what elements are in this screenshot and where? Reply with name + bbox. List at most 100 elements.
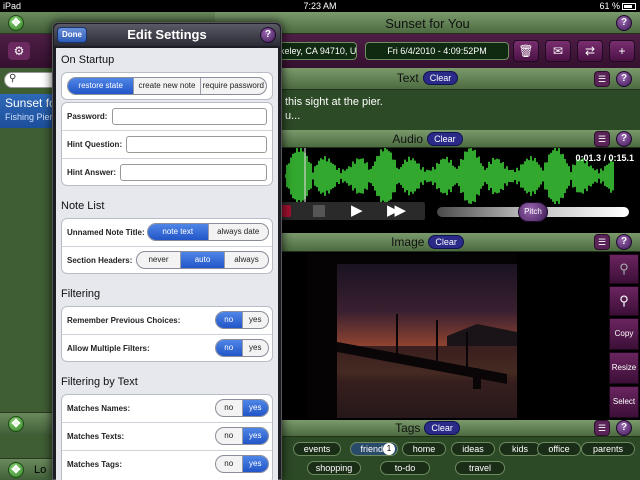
matches-tags-toggle[interactable]: no yes	[215, 455, 269, 473]
list-icon[interactable]: ☰	[594, 234, 610, 250]
pitch-knob[interactable]: Pitch	[518, 202, 548, 222]
audio-section-title: Audio	[392, 132, 424, 146]
tag-home[interactable]: home	[402, 442, 446, 456]
fast-forward-icon[interactable]: ▶▶	[387, 202, 406, 220]
tag-office[interactable]: office	[537, 442, 581, 456]
tag-shopping[interactable]: shopping	[307, 461, 361, 475]
tags-clear-button[interactable]: Clear	[424, 421, 460, 435]
tag-parents[interactable]: parents	[581, 442, 635, 456]
section-heading-startup: On Startup	[61, 54, 115, 66]
password-field[interactable]	[112, 108, 267, 125]
help-icon[interactable]: ?	[616, 234, 632, 250]
option-auto[interactable]: auto	[180, 252, 224, 268]
option-never[interactable]: never	[137, 252, 180, 268]
matches-texts-toggle[interactable]: no yes	[215, 427, 269, 445]
help-icon[interactable]: ?	[616, 420, 632, 436]
multiple-filters-label: Allow Multiple Filters:	[67, 344, 150, 353]
remember-toggle[interactable]: no yes	[215, 311, 269, 329]
tag-events[interactable]: events	[293, 442, 341, 456]
tags-section-title: Tags	[395, 421, 421, 435]
startup-mode-group: restore state create new note require pa…	[61, 72, 273, 100]
audio-waveform[interactable]	[285, 148, 615, 204]
section-heading-note-list: Note List	[61, 200, 105, 212]
select-button[interactable]: Select	[609, 386, 639, 418]
resize-button[interactable]: Resize	[609, 352, 639, 384]
text-section-title: Text	[396, 71, 419, 85]
note-title: Sunset for You	[385, 16, 470, 31]
location-field[interactable]: keley, CA 94710, U	[277, 42, 357, 60]
audio-transport: ▶ ▶▶	[275, 202, 425, 220]
tag-kids[interactable]: kids	[499, 442, 541, 456]
mail-icon[interactable]: ✉	[545, 40, 571, 62]
tag-ideas[interactable]: ideas	[451, 442, 495, 456]
help-icon[interactable]: ?	[616, 15, 632, 31]
option-always-date[interactable]: always date	[207, 224, 269, 240]
copy-button[interactable]: Copy	[609, 318, 639, 350]
date-field[interactable]: Fri 6/4/2010 - 4:09:52PM	[365, 42, 509, 60]
option-create-new-note[interactable]: create new note	[133, 78, 199, 94]
option-always[interactable]: always	[224, 252, 268, 268]
trash-icon[interactable]: 🗑	[513, 40, 539, 62]
settings-popover: Done Edit Settings ? On Startup restore …	[52, 22, 282, 480]
unnamed-title-label: Unnamed Note Title:	[67, 228, 145, 237]
gear-icon[interactable]: ⚙	[8, 42, 30, 60]
option-no[interactable]: no	[216, 312, 242, 328]
startup-mode-segmented[interactable]: restore state create new note require pa…	[67, 77, 267, 95]
text-line: u...	[285, 110, 301, 122]
unnamed-title-row: Unnamed Note Title: note text always dat…	[62, 219, 272, 247]
matches-tags-label: Matches Tags:	[67, 460, 122, 469]
add-note-button[interactable]: +	[609, 40, 635, 62]
section-headers-segmented[interactable]: never auto always	[136, 251, 269, 269]
remember-label: Remember Previous Choices:	[67, 316, 181, 325]
unnamed-title-segmented[interactable]: note text always date	[147, 223, 269, 241]
image-clear-button[interactable]: Clear	[428, 235, 464, 249]
option-no[interactable]: no	[216, 400, 242, 416]
note-list-group: Unnamed Note Title: note text always dat…	[61, 218, 273, 274]
move-icon[interactable]: ✥	[8, 462, 24, 478]
stop-icon[interactable]	[313, 205, 325, 217]
move-icon[interactable]: ✥	[8, 15, 24, 31]
help-icon[interactable]: ?	[260, 27, 276, 43]
option-no[interactable]: no	[216, 428, 242, 444]
option-yes[interactable]: yes	[241, 400, 268, 416]
matches-names-row: Matches Names: no yes	[62, 395, 272, 423]
section-headers-row: Section Headers: never auto always	[62, 247, 272, 275]
matches-texts-row: Matches Texts: no yes	[62, 423, 272, 451]
option-yes[interactable]: yes	[241, 312, 269, 328]
option-note-text[interactable]: note text	[148, 224, 208, 240]
matches-names-toggle[interactable]: no yes	[215, 399, 269, 417]
play-icon[interactable]: ▶	[351, 202, 363, 220]
option-yes[interactable]: yes	[241, 428, 268, 444]
option-restore-state[interactable]: restore state	[68, 78, 134, 94]
help-icon[interactable]: ?	[616, 71, 632, 87]
swap-icon[interactable]: ⇄	[577, 40, 603, 62]
tag-count-badge: 1	[383, 443, 395, 455]
zoom-in-icon[interactable]: ⚲	[609, 286, 639, 316]
option-require-password[interactable]: require password	[199, 78, 266, 94]
multiple-filters-toggle[interactable]: no yes	[215, 339, 269, 357]
tag-to-do[interactable]: to-do	[380, 461, 430, 475]
section-heading-filtering-text: Filtering by Text	[61, 376, 138, 388]
settings-header: Done Edit Settings ?	[54, 24, 280, 46]
tag-travel[interactable]: travel	[455, 461, 505, 475]
text-clear-button[interactable]: Clear	[422, 71, 459, 85]
help-icon[interactable]: ?	[616, 131, 632, 147]
option-no[interactable]: no	[216, 340, 242, 356]
footer-label: Lo	[34, 464, 47, 476]
option-yes[interactable]: yes	[241, 340, 269, 356]
settings-body[interactable]: On Startup restore state create new note…	[56, 48, 278, 480]
list-icon[interactable]: ☰	[594, 71, 610, 87]
option-yes[interactable]: yes	[241, 456, 268, 472]
audio-clear-button[interactable]: Clear	[427, 132, 463, 146]
hint-question-field[interactable]	[126, 136, 267, 153]
hint-question-row: Hint Question:	[62, 131, 272, 159]
move-icon[interactable]: ✥	[8, 416, 24, 432]
list-icon[interactable]: ☰	[594, 131, 610, 147]
text-line: this sight at the pier.	[285, 96, 383, 108]
hint-answer-field[interactable]	[120, 164, 267, 181]
option-no[interactable]: no	[216, 456, 242, 472]
sunset-photo[interactable]	[307, 254, 517, 418]
zoom-out-icon[interactable]: ⚲	[609, 254, 639, 284]
hint-question-label: Hint Question:	[67, 140, 123, 149]
list-icon[interactable]: ☰	[594, 420, 610, 436]
